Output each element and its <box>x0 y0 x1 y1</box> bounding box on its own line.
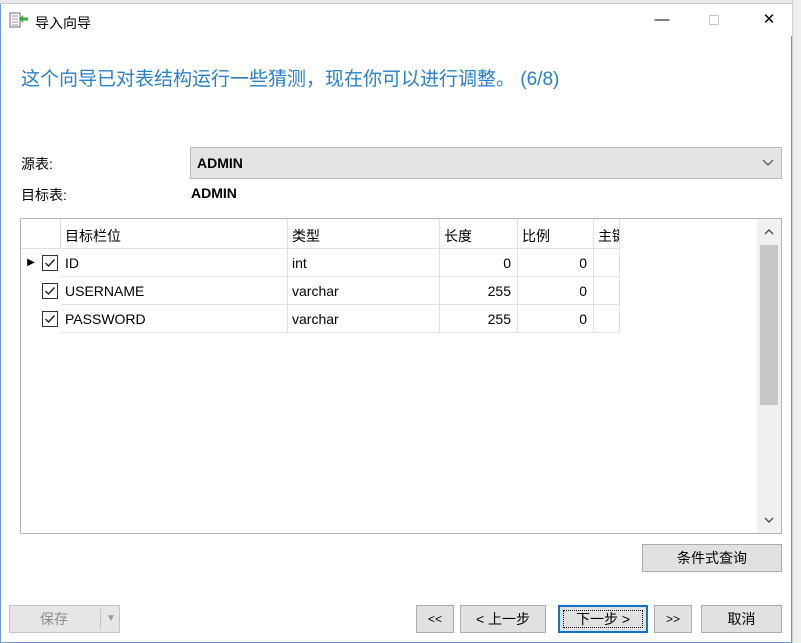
cell-type[interactable]: varchar <box>288 305 440 333</box>
cell-field[interactable]: ID <box>61 249 288 277</box>
field-mapping-grid[interactable]: 目标栏位 类型 长度 比例 主键 ▶ ID int 0 0 USERNAME v… <box>20 218 782 534</box>
maximize-icon <box>709 15 719 26</box>
cell-field[interactable]: USERNAME <box>61 277 288 305</box>
cell-primary-key[interactable] <box>594 249 620 277</box>
save-button-separator <box>100 609 101 629</box>
source-table-select[interactable]: ADMIN <box>190 147 782 179</box>
row-pointer-icon: ▶ <box>27 257 35 268</box>
chevron-down-icon <box>759 153 777 173</box>
close-button[interactable]: ✕ <box>746 4 792 36</box>
column-header-length[interactable]: 长度 <box>440 219 518 249</box>
cell-scale[interactable]: 0 <box>518 249 594 277</box>
previous-step-button[interactable]: < 上一步 <box>460 605 546 633</box>
window-title: 导入向导 <box>35 15 91 31</box>
save-button[interactable]: 保存 ▼ <box>9 605 120 633</box>
scrollbar-thumb[interactable] <box>760 245 778 405</box>
cell-length[interactable]: 255 <box>440 277 518 305</box>
focus-rectangle <box>563 610 643 628</box>
import-wizard-dialog: 导入向导 — ✕ 这个向导已对表结构运行一些猜测，现在你可以进行调整。 (6/8… <box>0 4 792 643</box>
next-step-button[interactable]: 下一步 > <box>558 605 648 633</box>
import-wizard-icon <box>9 12 29 30</box>
minimize-button[interactable]: — <box>639 4 685 36</box>
cell-length[interactable]: 0 <box>440 249 518 277</box>
cell-scale[interactable]: 0 <box>518 305 594 333</box>
source-table-value: ADMIN <box>197 155 243 171</box>
column-header-field[interactable]: 目标栏位 <box>61 219 288 249</box>
grid-header-corner <box>21 219 61 249</box>
save-button-label: 保存 <box>40 611 68 627</box>
cell-primary-key[interactable] <box>594 305 620 333</box>
column-header-primary-key[interactable]: 主键 <box>594 219 620 249</box>
first-step-button[interactable]: << <box>416 605 454 633</box>
condition-query-button[interactable]: 条件式查询 <box>642 544 782 572</box>
background-window-edge <box>792 0 801 643</box>
target-table-label: 目标表: <box>21 187 67 203</box>
scroll-up-icon[interactable] <box>757 221 781 243</box>
last-step-button[interactable]: >> <box>654 605 692 633</box>
column-header-scale[interactable]: 比例 <box>518 219 594 249</box>
cell-type[interactable]: varchar <box>288 277 440 305</box>
cancel-button[interactable]: 取消 <box>701 605 782 633</box>
save-dropdown-icon[interactable]: ▼ <box>102 606 120 632</box>
scroll-down-icon[interactable] <box>757 509 781 531</box>
row-checkbox[interactable] <box>42 255 58 271</box>
cell-length[interactable]: 255 <box>440 305 518 333</box>
title-bar: 导入向导 — ✕ <box>1 4 792 36</box>
target-table-value: ADMIN <box>191 185 237 201</box>
maximize-button[interactable] <box>691 4 737 36</box>
cell-field[interactable]: PASSWORD <box>61 305 288 333</box>
row-checkbox[interactable] <box>42 311 58 327</box>
cell-scale[interactable]: 0 <box>518 277 594 305</box>
grid-vertical-scrollbar[interactable] <box>757 219 781 533</box>
cell-primary-key[interactable] <box>594 277 620 305</box>
source-table-label: 源表: <box>21 156 53 172</box>
row-checkbox[interactable] <box>42 283 58 299</box>
column-header-type[interactable]: 类型 <box>288 219 440 249</box>
cell-type[interactable]: int <box>288 249 440 277</box>
wizard-heading: 这个向导已对表结构运行一些猜测，现在你可以进行调整。 (6/8) <box>21 69 560 90</box>
